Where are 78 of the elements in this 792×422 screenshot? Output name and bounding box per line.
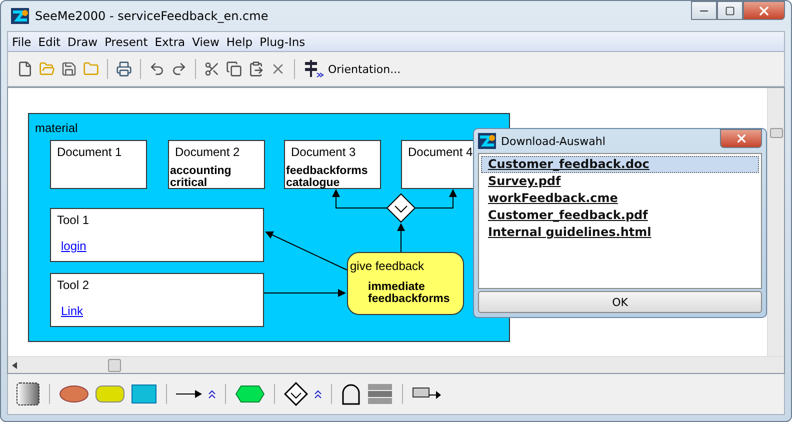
node-text: immediate feedbackforms: [368, 281, 451, 305]
vertical-scrollbar[interactable]: [767, 88, 784, 356]
new-document-icon: [17, 61, 33, 77]
menu-item[interactable]: Extra: [154, 34, 186, 48]
scroll-thumb[interactable]: [770, 128, 783, 138]
maximize-button[interactable]: [717, 1, 743, 20]
window-title: SeeMe2000 - serviceFeedback_en.cme: [35, 9, 270, 23]
minimize-button[interactable]: [691, 1, 717, 20]
node-title: Document 2: [175, 145, 241, 159]
print-button[interactable]: [115, 60, 133, 78]
save-button[interactable]: [60, 60, 78, 78]
download-entry[interactable]: Internal guidelines.html: [481, 224, 759, 241]
decision-diamond: [386, 193, 416, 223]
menu-item[interactable]: Draw: [68, 34, 98, 48]
dialog-title: Download-Auswahl: [501, 134, 606, 148]
node-title: Document 4: [408, 145, 474, 159]
frame-tool-icon[interactable]: [16, 382, 40, 406]
tool-link[interactable]: login: [61, 239, 86, 253]
close-button[interactable]: [720, 129, 762, 148]
scroll-left-icon[interactable]: [12, 362, 17, 368]
scroll-thumb[interactable]: [108, 359, 121, 372]
undo-button[interactable]: [148, 60, 166, 78]
menu-item[interactable]: View: [192, 34, 220, 48]
download-entry[interactable]: workFeedback.cme: [481, 190, 759, 207]
menu-item[interactable]: Present: [104, 34, 148, 48]
maximize-icon: [725, 6, 735, 16]
connector-arrow: [397, 223, 405, 252]
folder-icon: [83, 61, 99, 77]
node-title: Tool 2: [57, 278, 90, 292]
node-title: Document 1: [57, 145, 123, 159]
arch-shape-icon[interactable]: [341, 383, 361, 405]
role-shape-icon[interactable]: [59, 385, 89, 403]
stacked-bars-icon[interactable]: [367, 383, 393, 405]
cut-icon: [204, 61, 220, 77]
app-logo-icon: [11, 8, 29, 24]
open-folder-icon: [39, 61, 55, 77]
connector-arrow: [332, 189, 388, 208]
menu-item[interactable]: File: [12, 34, 32, 48]
cut-button[interactable]: [203, 60, 221, 78]
redo-button[interactable]: [170, 60, 188, 78]
copy-icon: [226, 61, 242, 77]
copy-button[interactable]: [225, 60, 243, 78]
group-label: material: [35, 121, 78, 135]
redo-icon: [171, 61, 187, 77]
paste-icon: [248, 61, 264, 77]
orientation-button[interactable]: Orientation...: [302, 59, 402, 79]
hexagon-shape-icon[interactable]: [235, 385, 265, 403]
download-entry[interactable]: Customer_feedback.doc: [481, 156, 759, 173]
entity-shape-icon[interactable]: [131, 384, 157, 404]
download-entry[interactable]: Survey.pdf: [481, 173, 759, 190]
ok-button[interactable]: OK: [478, 291, 762, 313]
close-button[interactable]: [743, 1, 785, 20]
download-entry[interactable]: Customer_feedback.pdf: [481, 207, 759, 224]
node-title: Tool 1: [57, 213, 90, 227]
menu-item[interactable]: Help: [226, 34, 253, 48]
chevron-up-icon[interactable]: [314, 388, 322, 400]
arrow-tool-icon[interactable]: [176, 389, 202, 399]
connector-arrow: [414, 189, 457, 208]
new-document-button[interactable]: [16, 60, 34, 78]
node-text: feedbackforms catalogue: [286, 165, 369, 189]
activity-shape-icon[interactable]: [95, 385, 125, 403]
close-icon: [757, 4, 771, 18]
menu-item[interactable]: Plug-Ins: [260, 34, 306, 48]
node-title: give feedback: [350, 259, 426, 273]
decision-shape-icon[interactable]: [284, 382, 308, 406]
horizontal-scrollbar[interactable]: [8, 356, 784, 373]
undo-icon: [149, 61, 165, 77]
app-logo-icon: [478, 133, 496, 149]
paste-button[interactable]: [247, 60, 265, 78]
orientation-icon: [303, 60, 325, 78]
menu-item[interactable]: Edit: [38, 34, 61, 48]
save-icon: [61, 61, 77, 77]
tool-link[interactable]: Link: [61, 304, 84, 318]
close-icon: [734, 132, 748, 145]
print-icon: [116, 61, 132, 77]
node-text: accounting critical: [170, 165, 232, 189]
node-title: Document 3: [291, 145, 357, 159]
chevron-up-icon[interactable]: [208, 388, 216, 400]
